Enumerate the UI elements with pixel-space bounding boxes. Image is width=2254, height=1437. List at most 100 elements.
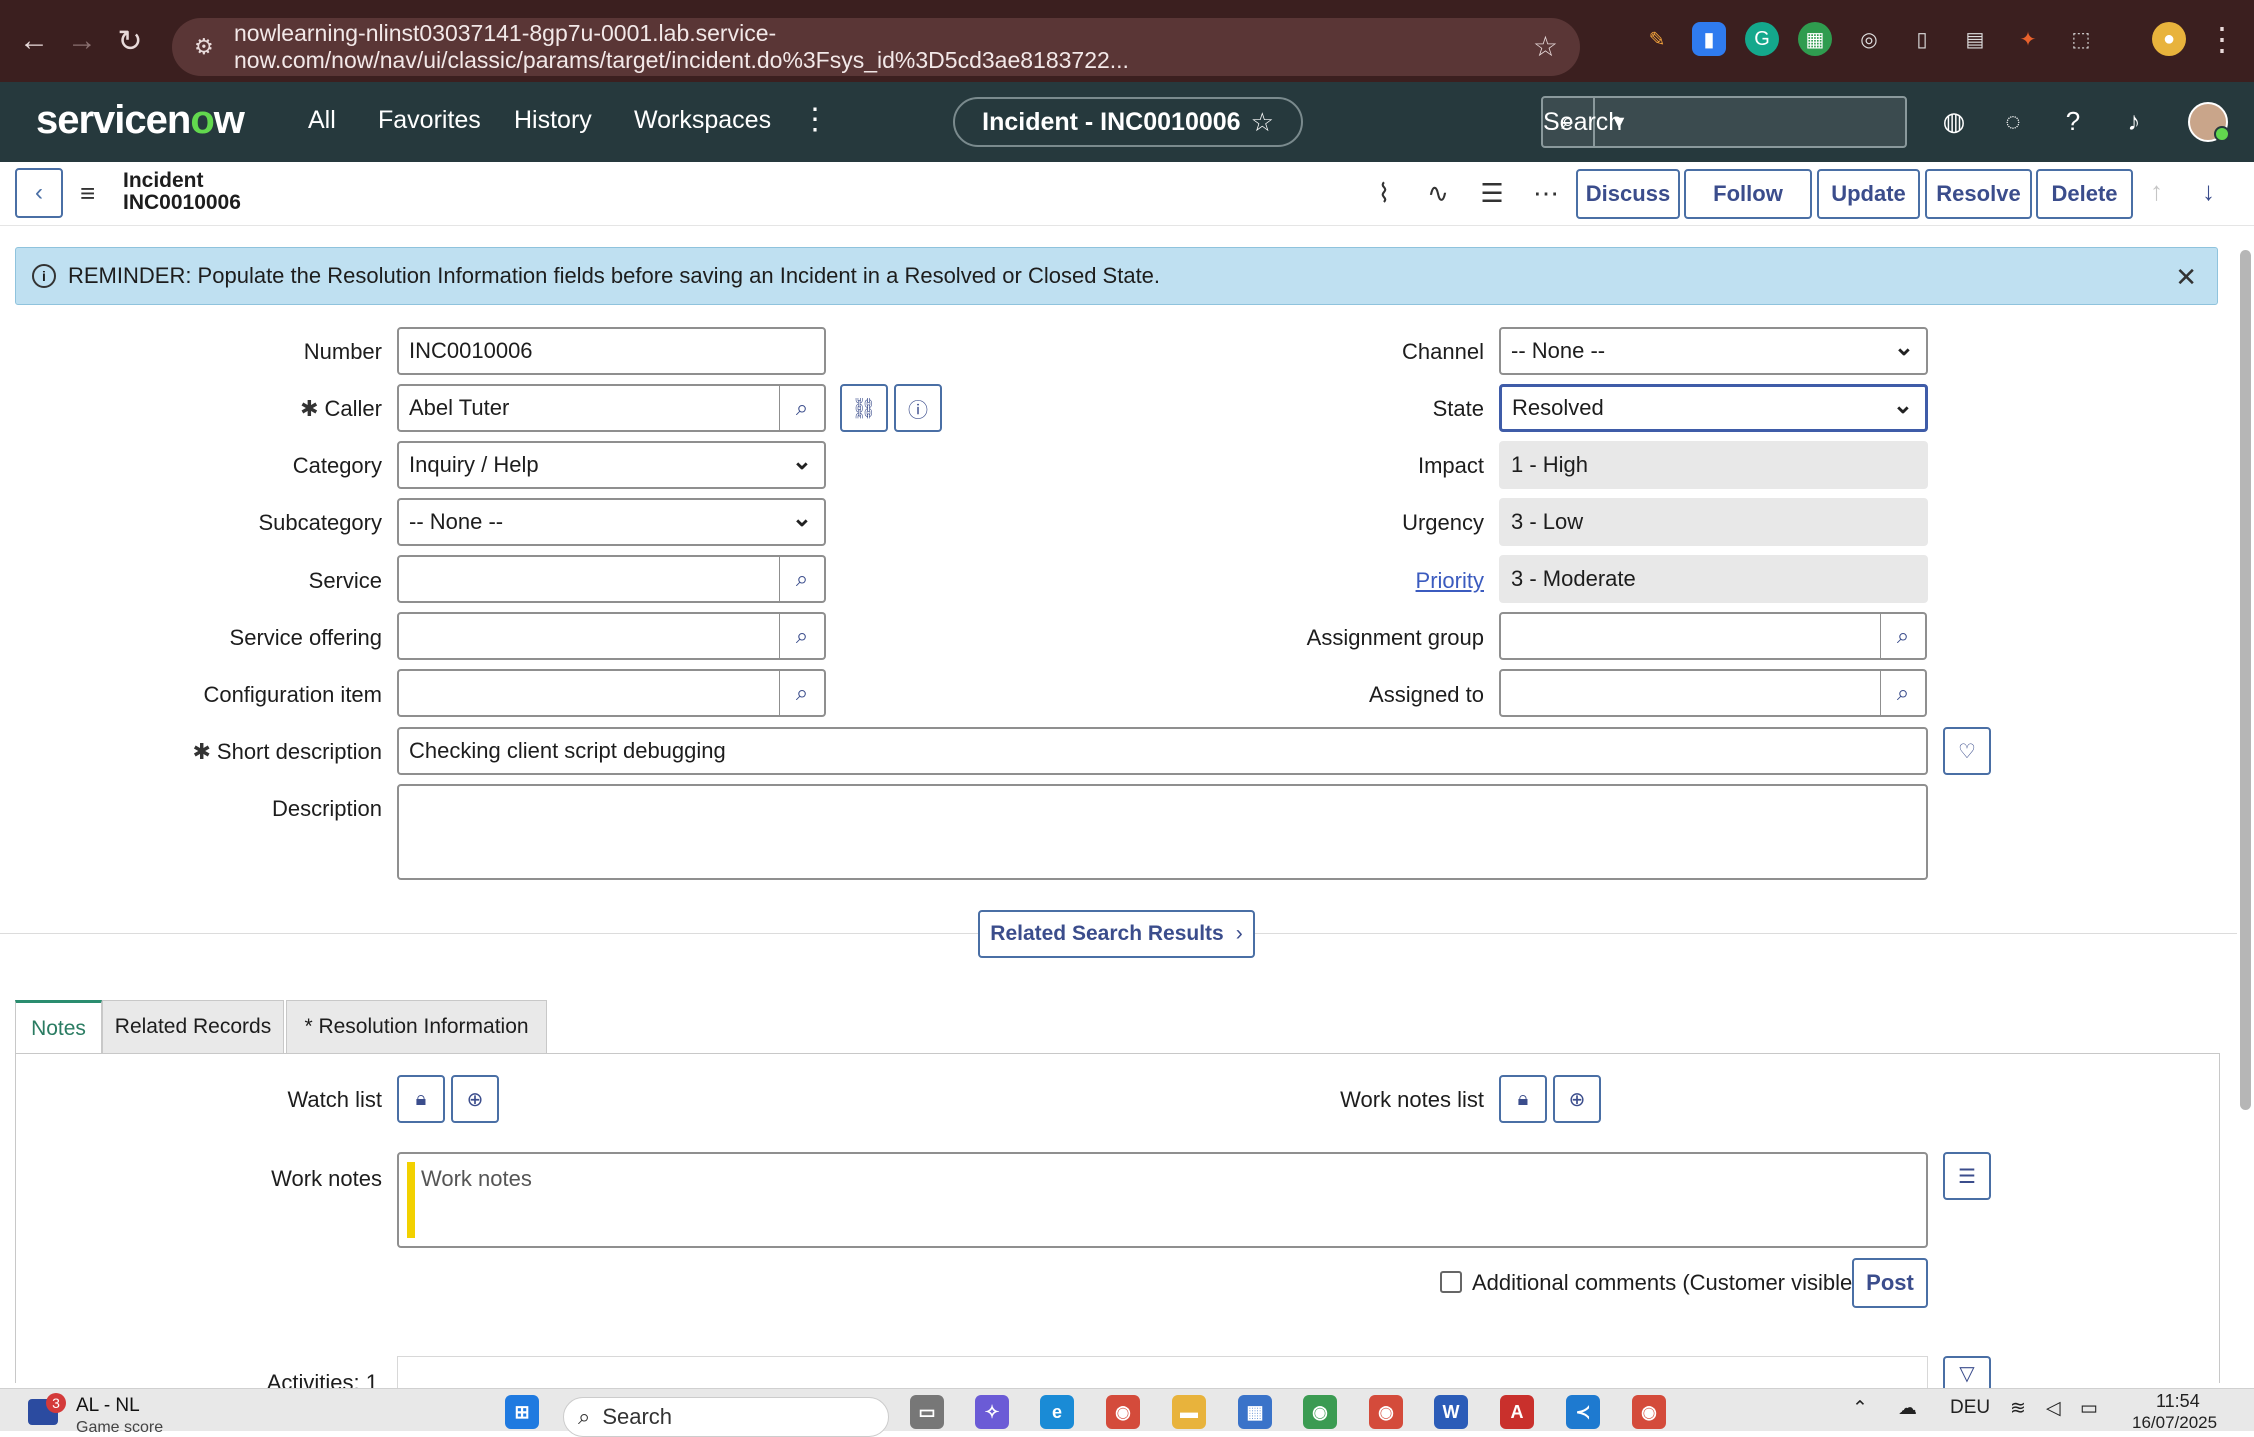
compose-options-button[interactable]: ☰ [1943, 1152, 1991, 1200]
number-field[interactable]: INC0010006 [397, 327, 826, 375]
help-icon[interactable]: ? [2056, 106, 2090, 137]
next-record-icon[interactable]: ↓ [2202, 176, 2215, 207]
work-notes-textarea[interactable]: Work notes [397, 1152, 1928, 1248]
priority-link[interactable]: Priority [1200, 568, 1484, 594]
back-arrow-icon[interactable]: ← [14, 21, 54, 61]
weather-widget[interactable]: 3 AL - NL Game score [28, 1393, 188, 1436]
additional-comments-label[interactable]: Additional comments (Customer visible) [1472, 1270, 1860, 1296]
volume-icon[interactable]: ◁ [2046, 1397, 2061, 1420]
service-offering-lookup-button[interactable]: ⌕ [780, 612, 826, 660]
configuration-item-field[interactable] [397, 669, 781, 717]
chrome-active-icon[interactable]: ◉ [1106, 1395, 1140, 1429]
service-offering-field[interactable] [397, 612, 781, 660]
taskbar-search[interactable]: ⌕ Search [563, 1397, 889, 1437]
chrome-profile-4-icon[interactable]: ◉ [1632, 1395, 1666, 1429]
additional-comments-checkbox[interactable] [1440, 1271, 1462, 1293]
chat-icon[interactable]: ◌ [1996, 106, 2030, 137]
keyboard-language[interactable]: DEU [1950, 1397, 1990, 1419]
notifications-bell-icon[interactable]: ♪ [2117, 106, 2151, 137]
configuration-item-lookup-button[interactable]: ⌕ [780, 669, 826, 717]
copilot-icon[interactable]: ✧ [975, 1395, 1009, 1429]
close-banner-icon[interactable]: ✕ [2175, 262, 2197, 293]
globe-icon[interactable]: ◍ [1937, 106, 1971, 137]
battery-icon[interactable]: ▭ [2080, 1397, 2098, 1420]
assigned-to-field[interactable] [1499, 669, 1882, 717]
windows-start-icon[interactable]: ⊞ [505, 1395, 539, 1429]
resolve-button[interactable]: Resolve [1925, 169, 2032, 219]
page-scrollbar[interactable] [2237, 230, 2254, 1388]
phone-extension-icon[interactable]: ▯ [1905, 22, 1939, 56]
bookmark-star-icon[interactable]: ☆ [1533, 30, 1558, 63]
activity-filter-button[interactable]: ▽ [1943, 1356, 1991, 1388]
context-pill[interactable]: Incident - INC0010006 ☆ [953, 97, 1303, 147]
assigned-to-lookup-button[interactable]: ⌕ [1881, 669, 1927, 717]
state-select[interactable]: Resolved [1499, 384, 1928, 432]
global-search[interactable]: ⌕ Search ▼ [1541, 96, 1907, 148]
more-options-icon[interactable]: ⋯ [1528, 178, 1564, 209]
back-button[interactable]: ‹ [15, 168, 63, 218]
caller-info-button[interactable]: ⓘ [894, 384, 942, 432]
browser-menu-icon[interactable]: ⋮ [2206, 22, 2238, 56]
nav-history[interactable]: History [514, 106, 592, 135]
store-icon[interactable]: ▦ [1238, 1395, 1272, 1429]
follow-button[interactable]: Follow [1684, 169, 1812, 219]
update-button[interactable]: Update [1817, 169, 1920, 219]
user-avatar[interactable] [2188, 102, 2230, 142]
target-extension-icon[interactable]: ◎ [1852, 22, 1886, 56]
forward-arrow-icon[interactable]: → [62, 21, 102, 61]
more-menu-icon[interactable]: ⋮ [800, 102, 830, 137]
fox-extension-icon[interactable]: ✦ [2011, 22, 2045, 56]
category-select[interactable]: Inquiry / Help [397, 441, 826, 489]
nav-all[interactable]: All [308, 106, 336, 135]
tray-chevron-icon[interactable]: ⌃ [1852, 1397, 1868, 1420]
profile-avatar-icon[interactable]: ● [2152, 22, 2186, 56]
grammarly-extension-icon[interactable]: G [1745, 22, 1779, 56]
pen-extension-icon[interactable]: ✎ [1640, 22, 1674, 56]
discuss-button[interactable]: Discuss [1576, 169, 1680, 219]
tab-resolution-information[interactable]: * Resolution Information [286, 1000, 547, 1054]
activity-pulse-icon[interactable]: ∿ [1420, 178, 1456, 209]
chrome-profile-3-icon[interactable]: ◉ [1369, 1395, 1403, 1429]
caller-dependency-map-button[interactable]: ⛓ [840, 384, 888, 432]
suggestion-lightbulb-button[interactable]: ♡ [1943, 727, 1991, 775]
favorite-star-icon[interactable]: ☆ [1251, 107, 1274, 138]
tab-notes[interactable]: Notes [15, 1000, 102, 1054]
notes-extension-icon[interactable]: ▤ [1958, 22, 1992, 56]
work-notes-list-lock-button[interactable]: 🔒︎ [1499, 1075, 1547, 1123]
nav-workspaces[interactable]: Workspaces [634, 106, 771, 135]
related-search-results-button[interactable]: Related Search Results › [978, 910, 1255, 958]
service-field[interactable] [397, 555, 781, 603]
assignment-group-lookup-button[interactable]: ⌕ [1881, 612, 1927, 660]
previous-record-icon[interactable]: ↑ [2150, 176, 2163, 207]
edge-icon[interactable]: e [1040, 1395, 1074, 1429]
chrome-profile-2-icon[interactable]: ◉ [1303, 1395, 1337, 1429]
clock-time[interactable]: 11:54 [2156, 1391, 2200, 1412]
site-info-icon[interactable]: ⚙ [194, 34, 218, 59]
task-view-icon[interactable]: ▭ [910, 1395, 944, 1429]
servicenow-logo[interactable]: servicenow [36, 98, 245, 143]
work-notes-list-add-me-button[interactable]: ⊕ [1553, 1075, 1601, 1123]
service-lookup-button[interactable]: ⌕ [780, 555, 826, 603]
subcategory-select[interactable]: -- None -- [397, 498, 826, 546]
attachment-icon[interactable]: ⌇ [1366, 178, 1402, 209]
description-textarea[interactable] [397, 784, 1928, 880]
sheets-extension-icon[interactable]: ▦ [1798, 22, 1832, 56]
vscode-icon[interactable]: ≺ [1566, 1395, 1600, 1429]
acrobat-icon[interactable]: A [1500, 1395, 1534, 1429]
onedrive-icon[interactable]: ☁ [1898, 1397, 1917, 1420]
wifi-icon[interactable]: ≋ [2010, 1397, 2026, 1420]
address-bar[interactable]: ⚙ nowlearning-nlinst03037141-8gp7u-0001.… [172, 18, 1580, 76]
puzzle-extensions-icon[interactable]: ⬚ [2064, 22, 2098, 56]
personalize-sliders-icon[interactable]: ☰ [1474, 178, 1510, 209]
short-description-field[interactable]: Checking client script debugging [397, 727, 1928, 775]
watch-list-add-me-button[interactable]: ⊕ [451, 1075, 499, 1123]
word-icon[interactable]: W [1434, 1395, 1468, 1429]
form-context-menu-icon[interactable]: ≡ [80, 178, 95, 209]
watch-list-lock-button[interactable]: 🔒︎ [397, 1075, 445, 1123]
nav-favorites[interactable]: Favorites [378, 106, 481, 135]
assignment-group-field[interactable] [1499, 612, 1882, 660]
tab-related-records[interactable]: Related Records [102, 1000, 284, 1054]
channel-select[interactable]: -- None -- [1499, 327, 1928, 375]
caller-field[interactable]: Abel Tuter [397, 384, 781, 432]
file-explorer-icon[interactable]: ▬ [1172, 1395, 1206, 1429]
